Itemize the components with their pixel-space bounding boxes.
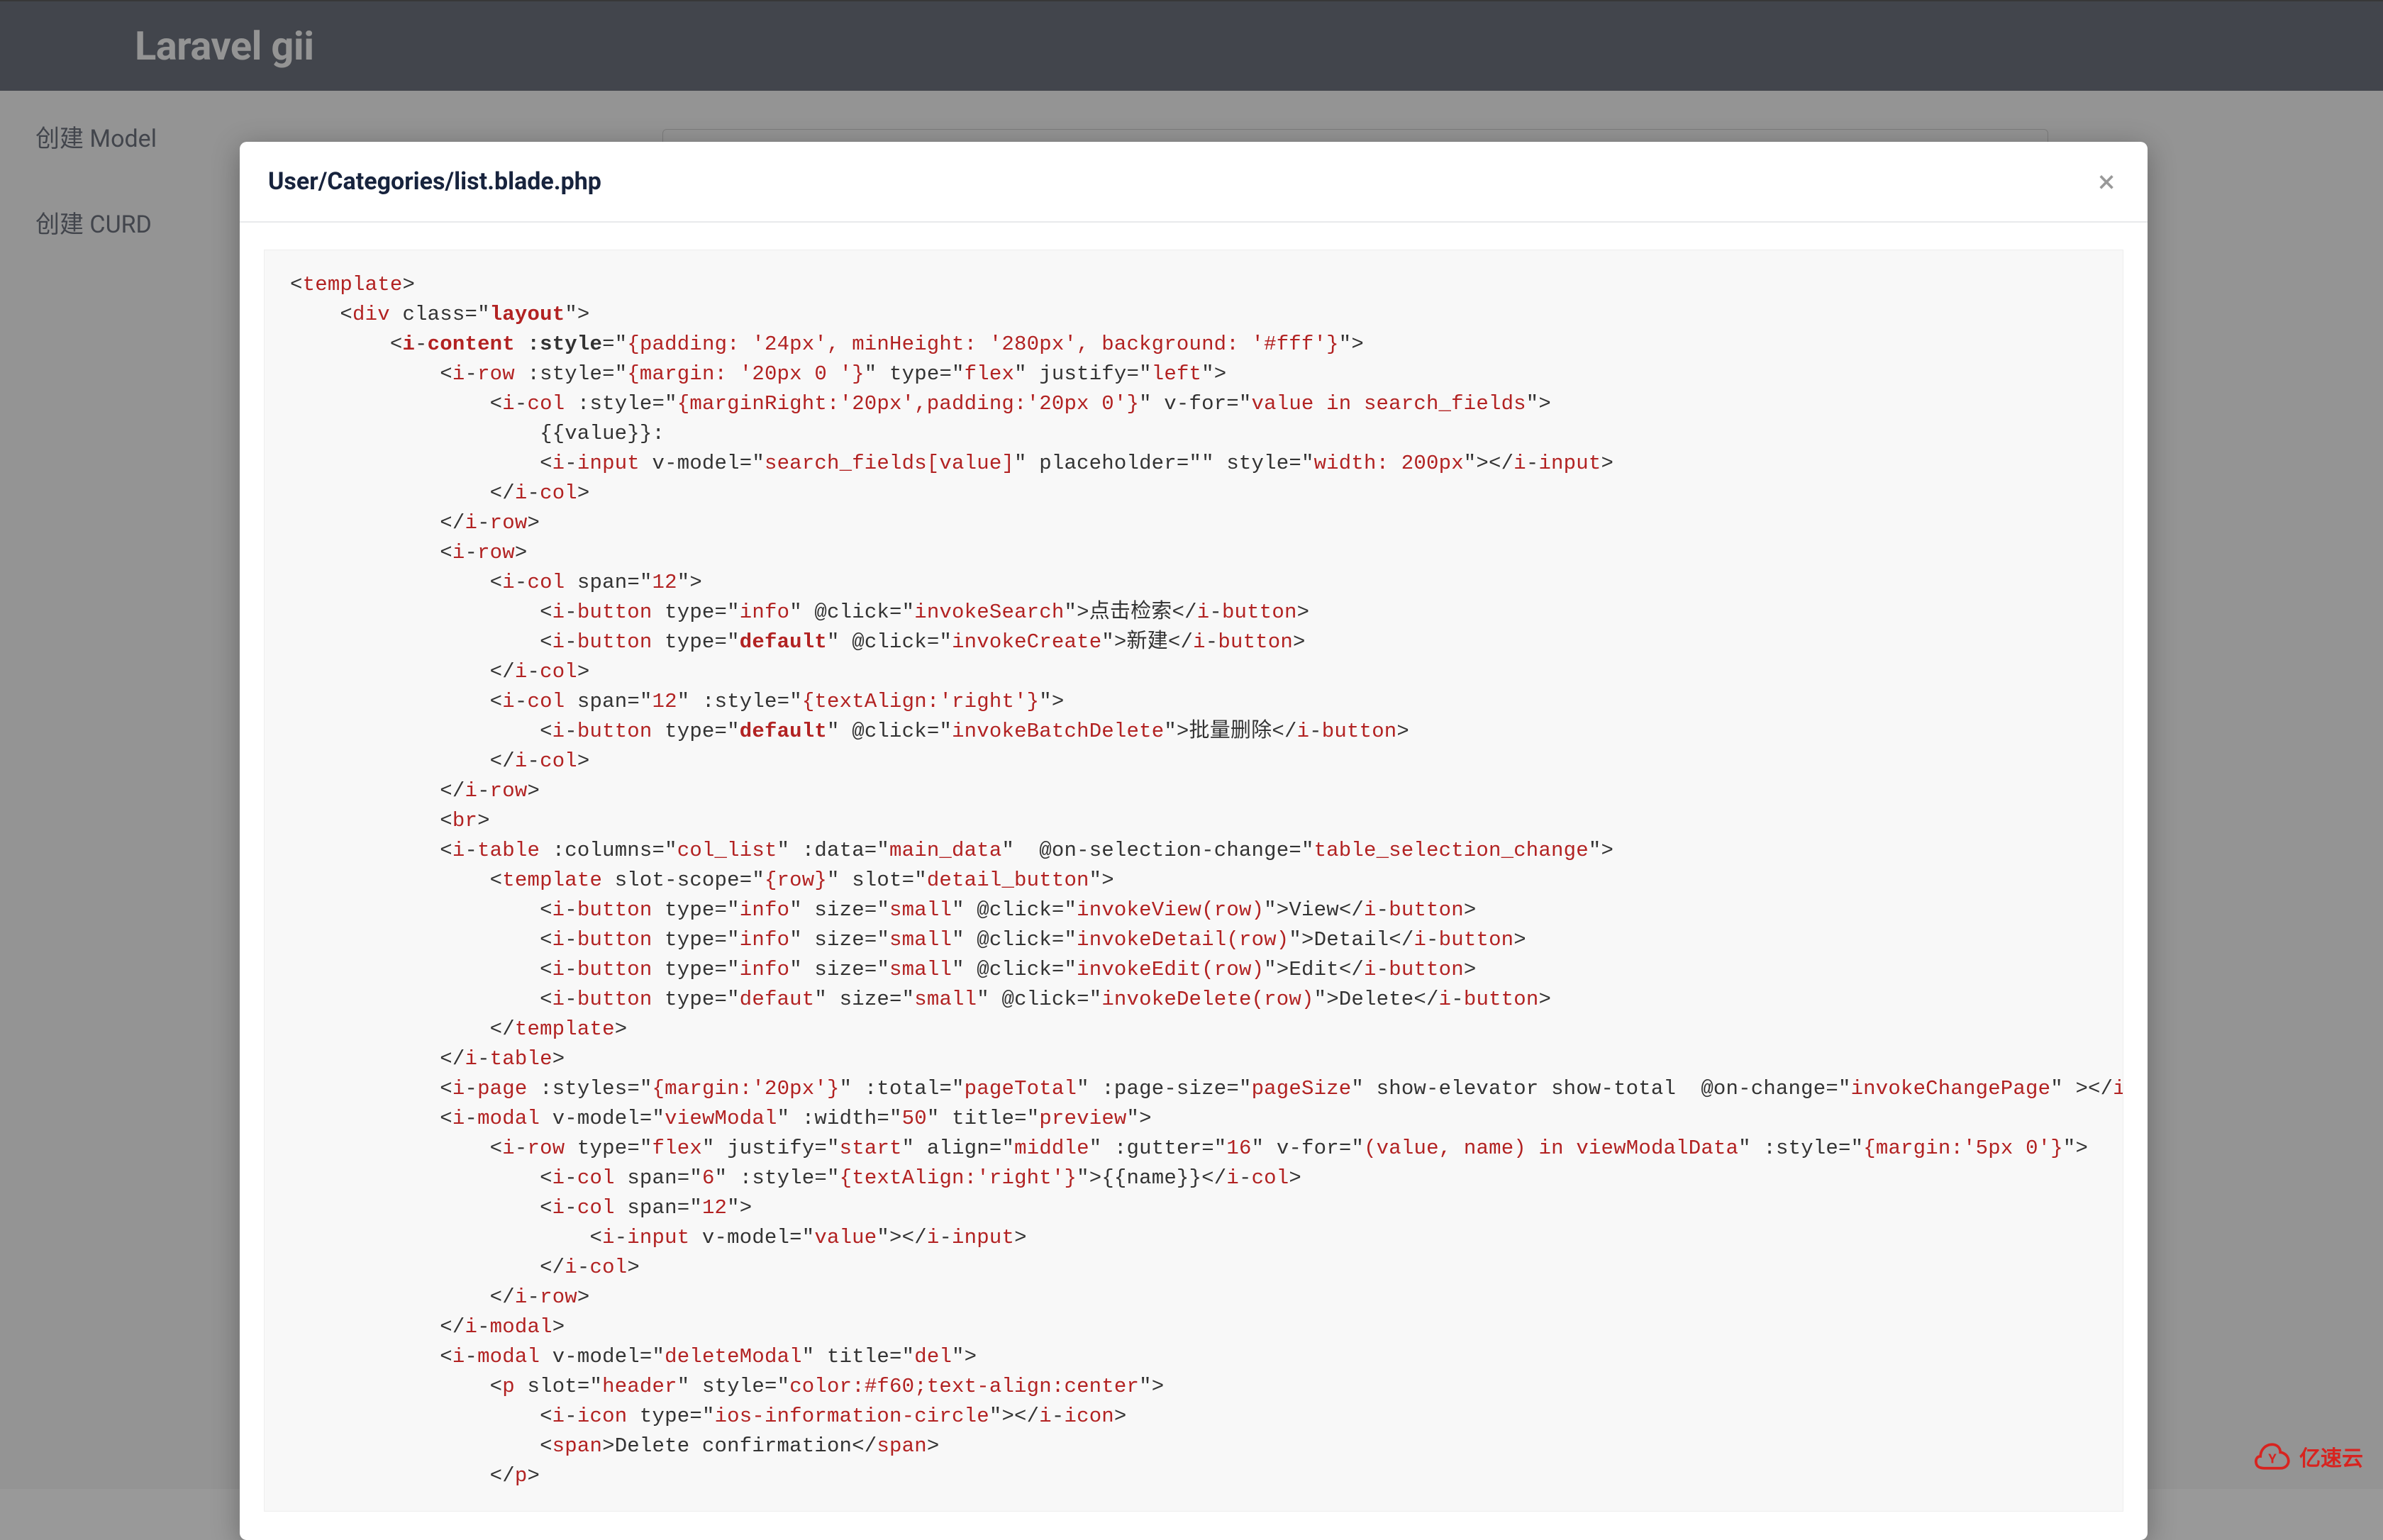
modal-title: User/Categories/list.blade.php <box>268 167 601 196</box>
code-block[interactable]: <template> <div class="layout"> <i-conte… <box>264 250 2123 1512</box>
modal-body: <template> <div class="layout"> <i-conte… <box>240 223 2148 1540</box>
watermark-text: 亿速云 <box>2299 1441 2363 1472</box>
close-icon[interactable]: × <box>2094 166 2119 197</box>
code-preview-modal: User/Categories/list.blade.php × <templa… <box>240 142 2148 1540</box>
watermark: Y 亿速云 <box>2253 1436 2363 1476</box>
watermark-logo-icon: Y <box>2253 1436 2292 1476</box>
svg-text:Y: Y <box>2268 1451 2277 1466</box>
modal-header: User/Categories/list.blade.php × <box>240 142 2148 223</box>
